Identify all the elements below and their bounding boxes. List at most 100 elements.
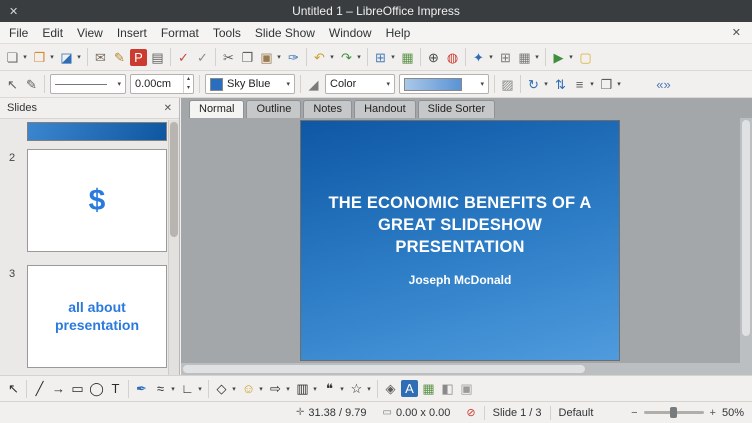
dropdown-caret-icon[interactable]: ▾ xyxy=(567,53,575,61)
basic-shapes-icon[interactable]: ◇ ▾ xyxy=(212,377,239,401)
zoom-slider[interactable] xyxy=(643,407,704,418)
select-icon[interactable]: ↖ xyxy=(3,72,22,96)
menu-item[interactable]: Window xyxy=(322,24,379,42)
dropdown-caret-icon[interactable]: ▾ xyxy=(588,80,596,88)
select-arrow-icon[interactable]: ↖ xyxy=(4,377,23,401)
tab-slide-sorter[interactable]: Slide Sorter xyxy=(417,100,496,118)
rotate-icon[interactable]: ↻ ▾ xyxy=(524,72,551,96)
text-box-icon[interactable]: T xyxy=(106,377,125,401)
line-width-input[interactable]: 0.00cm ▴ ▾ xyxy=(130,74,194,94)
dropdown-caret-icon[interactable]: ▾ xyxy=(542,80,550,88)
new-presentation-icon[interactable]: ❏ ▾ xyxy=(3,45,30,69)
menu-item[interactable]: Edit xyxy=(35,24,70,42)
insert-image-icon[interactable]: ▦ xyxy=(419,377,438,401)
redo-icon[interactable]: ↷ ▾ xyxy=(337,45,364,69)
zoom-slider-thumb[interactable] xyxy=(669,407,677,418)
export-pdf-icon[interactable]: P xyxy=(129,45,148,69)
save-icon[interactable]: ◪ ▾ xyxy=(57,45,84,69)
dropdown-caret-icon[interactable]: ▾ xyxy=(230,385,238,393)
flowchart-icon[interactable]: ▥ ▾ xyxy=(293,377,320,401)
current-slide[interactable]: THE ECONOMIC BENEFITS OF A GREAT SLIDESH… xyxy=(301,121,619,360)
clone-formatting-icon[interactable]: ✑ xyxy=(284,45,303,69)
paste-icon[interactable]: ▣ ▾ xyxy=(257,45,284,69)
dropdown-caret-icon[interactable]: ▾ xyxy=(48,53,56,61)
double-chevron-icon[interactable]: «» xyxy=(654,72,673,96)
spin-up-icon[interactable]: ▴ xyxy=(184,75,193,84)
line-width-value[interactable]: 0.00cm xyxy=(135,78,171,90)
slides-panel-scrollbar[interactable] xyxy=(168,120,179,375)
align-objects-icon[interactable]: ≡ ▾ xyxy=(570,72,597,96)
slide-subtitle-text[interactable]: Joseph McDonald xyxy=(301,273,619,287)
email-icon[interactable]: ✉ xyxy=(91,45,110,69)
slide-title-text[interactable]: THE ECONOMIC BENEFITS OF A GREAT SLIDESH… xyxy=(314,193,606,258)
vertical-scrollbar[interactable] xyxy=(740,118,752,363)
dropdown-caret-icon[interactable]: ▾ xyxy=(389,53,397,61)
line-icon[interactable]: ╱ xyxy=(30,377,49,401)
interaction-icon[interactable]: ▣ xyxy=(457,377,476,401)
menu-item[interactable]: Format xyxy=(154,24,206,42)
insert-comment-icon[interactable]: ▢ xyxy=(576,45,595,69)
callouts-icon[interactable]: ❝ ▾ xyxy=(320,377,347,401)
tab-outline[interactable]: Outline xyxy=(246,100,302,118)
extrusion-icon[interactable]: ◧ xyxy=(438,377,457,401)
gallery-icon[interactable]: ◍ xyxy=(443,45,462,69)
edit-file-icon[interactable]: ✎ xyxy=(110,45,129,69)
helplines-icon[interactable]: ▦ ▾ xyxy=(515,45,542,69)
shadow-icon[interactable]: ▨ xyxy=(498,72,517,96)
spelling-icon[interactable]: ✓ xyxy=(174,45,193,69)
menu-item[interactable]: File xyxy=(2,24,35,42)
curve-icon[interactable]: ≈ ▾ xyxy=(151,377,178,401)
auto-spellcheck-icon[interactable]: ✓ xyxy=(193,45,212,69)
flip-icon[interactable]: ⇅ xyxy=(551,72,570,96)
horizontal-scrollbar[interactable] xyxy=(181,363,740,375)
insert-image-icon[interactable]: ▦ xyxy=(398,45,417,69)
dropdown-caret-icon[interactable]: ▾ xyxy=(284,385,292,393)
open-icon[interactable]: ❒ ▾ xyxy=(30,45,57,69)
slide-thumbnail-2[interactable]: $ xyxy=(27,149,167,252)
freeform-pen-icon[interactable]: ✒ xyxy=(132,377,151,401)
block-arrows-icon[interactable]: ⇨ ▾ xyxy=(266,377,293,401)
scrollbar-thumb[interactable] xyxy=(742,120,750,336)
rectangle-icon[interactable]: ▭ xyxy=(68,377,87,401)
zoom-icon[interactable]: ⊕ xyxy=(424,45,443,69)
dropdown-caret-icon[interactable]: ▾ xyxy=(275,53,283,61)
edit-points-icon[interactable]: ◈ xyxy=(381,377,400,401)
fill-style-icon[interactable]: ◢ xyxy=(304,72,323,96)
dropdown-caret-icon[interactable]: ▾ xyxy=(365,385,373,393)
menu-item[interactable]: Tools xyxy=(206,24,248,42)
start-slideshow-icon[interactable]: ▶ ▾ xyxy=(549,45,576,69)
cut-icon[interactable]: ✂ xyxy=(219,45,238,69)
dropdown-caret-icon[interactable]: ▾ xyxy=(355,53,363,61)
connector-icon[interactable]: ∟ ▾ xyxy=(178,377,205,401)
dropdown-caret-icon[interactable]: ▾ xyxy=(196,385,204,393)
line-arrow-icon[interactable]: → xyxy=(49,377,68,401)
dropdown-caret-icon[interactable]: ▾ xyxy=(21,53,29,61)
insert-table-icon[interactable]: ⊞ ▾ xyxy=(371,45,398,69)
ellipse-icon[interactable]: ◯ xyxy=(87,377,106,401)
dropdown-caret-icon[interactable]: ▾ xyxy=(311,385,319,393)
menu-item[interactable]: View xyxy=(70,24,110,42)
dropdown-caret-icon[interactable]: ▾ xyxy=(533,53,541,61)
dropdown-caret-icon[interactable]: ▾ xyxy=(487,53,495,61)
slide-thumbnail-1-partial[interactable] xyxy=(27,122,167,141)
spin-down-icon[interactable]: ▾ xyxy=(184,84,193,93)
document-close-icon[interactable]: ✕ xyxy=(723,26,750,39)
zoom-out-icon[interactable]: − xyxy=(629,407,639,419)
tab-normal[interactable]: Normal xyxy=(189,100,245,118)
window-close-icon[interactable]: ✕ xyxy=(9,0,18,22)
menu-item[interactable]: Help xyxy=(379,24,418,42)
navigator-icon[interactable]: ✦ ▾ xyxy=(469,45,496,69)
line-color-select[interactable]: Sky Blue ▾ xyxy=(205,74,295,94)
dropdown-caret-icon[interactable]: ▾ xyxy=(615,80,623,88)
combo-caret-icon[interactable]: ▾ xyxy=(283,80,290,88)
dropdown-caret-icon[interactable]: ▾ xyxy=(75,53,83,61)
print-icon[interactable]: ▤ xyxy=(148,45,167,69)
undo-icon[interactable]: ↶ ▾ xyxy=(310,45,337,69)
line-style-select[interactable]: ▾ xyxy=(50,74,126,94)
panel-close-icon[interactable]: ✕ xyxy=(164,103,172,114)
fill-type-select[interactable]: Color ▾ xyxy=(325,74,395,94)
scrollbar-thumb[interactable] xyxy=(170,122,178,237)
stars-icon[interactable]: ☆ ▾ xyxy=(347,377,374,401)
edit-points-icon[interactable]: ✎ xyxy=(22,72,41,96)
symbol-shapes-icon[interactable]: ☺ ▾ xyxy=(239,377,266,401)
